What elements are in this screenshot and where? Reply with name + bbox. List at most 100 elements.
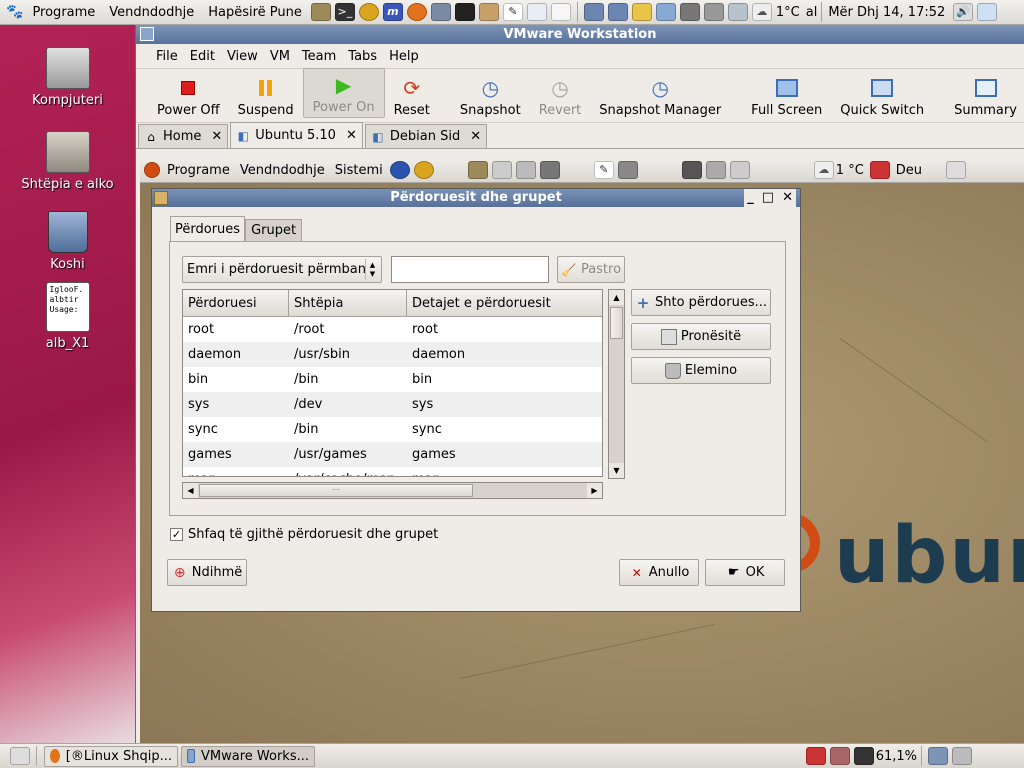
snapshot-manager-button[interactable]: ◷ Snapshot Manager (590, 76, 730, 118)
task-linux-shqip[interactable]: [®Linux Shqip... (44, 745, 178, 767)
gimp-launcher-icon[interactable] (478, 3, 499, 21)
desktop-text-file[interactable]: IglooF. albtir Usage: alb_X1 (0, 282, 135, 351)
workspace-2-icon[interactable] (607, 3, 628, 21)
table-row[interactable]: bin/bin bin (183, 367, 602, 392)
settings-gear-icon[interactable] (679, 3, 700, 21)
full-screen-button[interactable]: Full Screen (742, 76, 831, 118)
power-off-button[interactable]: Power Off (148, 76, 229, 118)
display-icon[interactable] (729, 161, 750, 179)
revert-button[interactable]: ◷ Revert (530, 76, 591, 118)
menu-tabs[interactable]: Tabs (342, 49, 383, 64)
clock[interactable]: Mër Dhj 14, 17:52 (828, 5, 945, 20)
workspace-icon[interactable] (705, 161, 726, 179)
notes-launcher-icon[interactable] (310, 3, 331, 21)
show-all-row[interactable]: ✓ Shfaq të gjithë përdoruesit dhe grupet (170, 527, 438, 542)
battery-level[interactable]: 61,1% (876, 749, 917, 764)
gimp-launcher-icon[interactable] (539, 161, 560, 179)
search-launcher-icon[interactable] (515, 161, 536, 179)
battery-icon[interactable] (853, 747, 874, 765)
tux-launcher-icon[interactable] (454, 3, 475, 21)
ok-button[interactable]: ☛ OK (705, 559, 785, 586)
tray-app-icon[interactable] (805, 747, 826, 765)
close-tab-icon[interactable]: ✕ (211, 129, 222, 144)
workspace-switcher-icon[interactable] (928, 747, 948, 765)
vertical-scrollbar[interactable]: ▲ ▼ (608, 289, 625, 479)
scroll-thumb[interactable] (610, 307, 623, 339)
table-row[interactable]: daemon/usr/sbin daemon (183, 342, 602, 367)
scroll-thumb[interactable]: ⋯ (199, 484, 473, 497)
tab-debian[interactable]: ◧ Debian Sid ✕ (364, 124, 488, 148)
properties-button[interactable]: Pronësitë (631, 323, 771, 350)
power-on-button[interactable]: ▶ Power On (302, 68, 385, 118)
summary-button[interactable]: Summary (945, 76, 1024, 118)
table-row[interactable]: sys/dev sys (183, 392, 602, 417)
weather-location[interactable]: al (806, 5, 818, 20)
menu-programe[interactable]: Programe (25, 5, 102, 20)
firefox-launcher-icon[interactable] (406, 3, 427, 21)
weather-cloud-icon[interactable]: ☁ (813, 161, 834, 179)
scroll-left-icon[interactable]: ◀ (183, 483, 198, 498)
home-launcher-icon[interactable] (491, 161, 512, 179)
clock-launcher-icon[interactable] (413, 161, 434, 179)
minimize-icon[interactable]: _ (747, 189, 754, 207)
lock-screen-icon[interactable] (977, 3, 998, 21)
menu-file[interactable]: File (150, 49, 184, 64)
users-table[interactable]: Përdoruesi Shtëpia Detajet e përdoruesit… (182, 289, 603, 477)
delete-button[interactable]: Elemino (631, 357, 771, 384)
warning-icon[interactable] (631, 3, 652, 21)
editor-launcher-icon[interactable]: ✎ (593, 161, 614, 179)
weather-temperature[interactable]: 1°C (776, 5, 800, 20)
scroll-right-icon[interactable]: ▶ (587, 483, 602, 498)
column-header-details[interactable]: Detajet e përdoruesit (407, 290, 602, 316)
help-launcher-icon[interactable] (526, 3, 547, 21)
scroll-down-icon[interactable]: ▼ (609, 463, 624, 478)
tab-groups[interactable]: Grupet (245, 219, 303, 241)
mozilla-launcher-icon[interactable]: m (382, 3, 403, 21)
help-button[interactable]: ⊕ Ndihmë (167, 559, 247, 586)
volume-icon[interactable]: 🔊 (953, 3, 974, 21)
show-all-checkbox[interactable]: ✓ (170, 528, 183, 541)
mouse-icon[interactable] (703, 3, 724, 21)
close-icon[interactable]: ✕ (782, 189, 793, 207)
menu-view[interactable]: View (221, 49, 264, 64)
quick-switch-button[interactable]: Quick Switch (831, 76, 933, 118)
table-row[interactable]: games/usr/games games (183, 442, 602, 467)
tab-ubuntu[interactable]: ◧ Ubuntu 5.10 ✕ (230, 122, 363, 148)
search-input[interactable] (391, 256, 549, 283)
gnome-foot-icon[interactable]: 🐾 (6, 4, 23, 20)
menu-vm[interactable]: VM (264, 49, 296, 64)
table-row[interactable]: root/root root (183, 317, 602, 342)
trash-applet-icon[interactable] (952, 747, 972, 765)
ubuntu-menu-icon[interactable] (144, 162, 160, 178)
add-user-button[interactable]: + Shto përdorues... (631, 289, 771, 316)
terminal-launcher-icon[interactable] (681, 161, 702, 179)
keyboard-layout-icon[interactable] (869, 161, 890, 179)
show-all-label[interactable]: Shfaq të gjithë përdoruesit dhe grupet (188, 527, 438, 542)
document-launcher-icon[interactable] (550, 3, 571, 21)
browser-launcher-icon[interactable] (389, 161, 410, 179)
reset-button[interactable]: ⟳ Reset (385, 76, 439, 118)
tray-eye-icon[interactable] (829, 747, 850, 765)
column-header-user[interactable]: Përdoruesi (183, 290, 289, 316)
dialog-titlebar[interactable]: Përdoruesit dhe grupet _ □ ✕ (152, 189, 800, 207)
menu-team[interactable]: Team (296, 49, 342, 64)
notes-launcher-icon[interactable] (467, 161, 488, 179)
tab-users[interactable]: Përdorues (170, 216, 246, 242)
maximize-icon[interactable]: □ (762, 189, 774, 207)
network-launcher-icon[interactable] (430, 3, 451, 21)
clear-button[interactable]: 🧹 Pastro (557, 256, 625, 283)
guest-menu-programe[interactable]: Programe (162, 163, 235, 178)
guest-weather[interactable]: 1 °C (836, 163, 864, 178)
display-icon[interactable] (655, 3, 676, 21)
desktop-home-folder[interactable]: Shtëpia e alko (0, 131, 135, 192)
menu-help[interactable]: Help (383, 49, 425, 64)
horizontal-scrollbar[interactable]: ◀ ⋯ ▶ (182, 482, 603, 499)
network-status-icon[interactable] (727, 3, 748, 21)
suspend-button[interactable]: Suspend (229, 76, 303, 118)
close-tab-icon[interactable]: ✕ (346, 128, 357, 143)
guest-menu-sistemi[interactable]: Sistemi (330, 163, 388, 178)
calculator-launcher-icon[interactable] (617, 161, 638, 179)
menu-edit[interactable]: Edit (184, 49, 221, 64)
table-row[interactable]: man/var/cache/manman (183, 467, 602, 476)
editor-launcher-icon[interactable]: ✎ (502, 3, 523, 21)
